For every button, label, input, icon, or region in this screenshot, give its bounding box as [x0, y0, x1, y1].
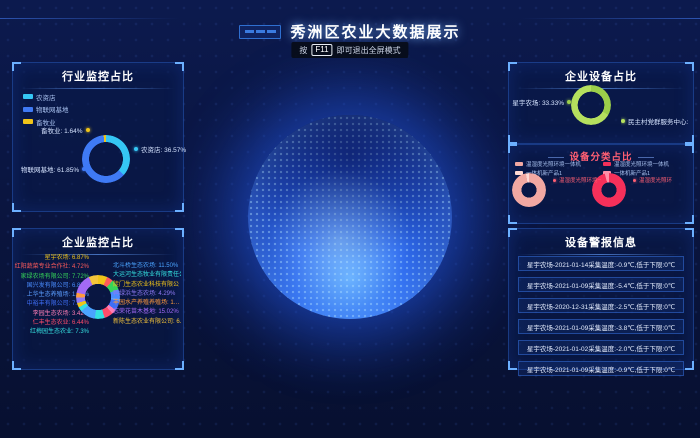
panel-enterprise-title: 企业监控占比 — [13, 229, 183, 250]
device-ratio-label-farm: 星宇农场: 33.33% — [511, 97, 571, 107]
marker-dot — [82, 167, 86, 171]
alarm-row: 星宇农场-2021-01-09采集温度:-3.8℃,低于下限:0℃ — [518, 319, 684, 334]
alarm-row: 星宇农场-2021-01-02采集温度:-2.0℃,低于下限:0℃ — [518, 340, 684, 355]
marker-dot — [86, 128, 90, 132]
legend-swatch — [23, 94, 33, 99]
enterprise-label: 北斗桥生态农场: 11.50% — [113, 262, 181, 271]
enterprise-label: 李园生态农场: 3.42% — [13, 310, 89, 319]
legend-label: 温湿度光照环境一体机 — [614, 160, 669, 168]
enterprise-label: 陡门生态农业科技有限公 — [113, 281, 181, 290]
panel-device-category: 设备分类占比 温湿度光照环境一体机一体机新产品1 温湿度光照环境一体机一体机新产… — [508, 144, 694, 224]
enterprise-label: 红梅园生态农业: 7.3% — [13, 328, 89, 337]
logo-badge — [239, 25, 281, 39]
enterprise-label: 家绿农场有限公司: 7.72% — [13, 273, 89, 282]
globe — [248, 115, 452, 319]
enterprise-labels-right: 北斗桥生态农场: 11.50%大运河生态牧业有限责任公陡门生态农业科技有限公鸭绿… — [113, 262, 181, 327]
device-ratio-label-center: 民主村党群服务中心: — [621, 116, 691, 126]
legend-label: 农资店 — [36, 92, 56, 102]
panel-industry-title: 行业监控占比 — [13, 63, 183, 84]
industry-label-store: 农资店: 36.57% — [134, 144, 186, 154]
panel-alarms: 设备警报信息 星宇农场-2021-01-14采集温度:-0.9℃,低于下限:0℃… — [508, 228, 694, 370]
enterprise-label: 志荣花苗木基地: 15.02% — [113, 308, 181, 317]
device-category-donut-left — [512, 173, 546, 207]
marker-dot — [621, 119, 625, 123]
industry-donut-chart — [82, 135, 130, 183]
header: 秀洲区农业大数据展示 — [0, 21, 700, 42]
alarm-row: 星宇农场-2021-01-09采集温度:-0.9℃,低于下限:0℃ — [518, 361, 684, 376]
dashboard-root: { "header": { "title": "秀洲区农业大数据展示", "to… — [0, 0, 700, 438]
legend-swatch — [515, 162, 523, 166]
enterprise-label: 鸭绿浜生态农场: 4.29% — [113, 290, 181, 299]
header-line-right — [520, 18, 700, 19]
legend-swatch — [603, 162, 611, 166]
industry-label-livestock: 畜牧业: 1.64% — [41, 125, 90, 135]
legend-item: 温湿度光照环境一体机 — [603, 160, 689, 168]
enterprise-label: 大运河生态牧业有限责任公 — [113, 271, 181, 280]
legend-swatch — [23, 119, 33, 124]
panel-industry: 行业监控占比 农资店物联网基地畜牧业 畜牧业: 1.64% 农资店: 36.57… — [12, 62, 184, 212]
legend-item: 物联网基地 — [23, 104, 69, 114]
enterprise-label: 仁丰生态农业: 6.44% — [13, 319, 89, 328]
alarm-row: 星宇农场-2021-01-14采集温度:-0.9℃,低于下限:0℃ — [518, 256, 684, 271]
fullscreen-toast: 按 F11 即可退出全屏模式 — [291, 42, 408, 58]
legend-swatch — [23, 107, 33, 112]
alarm-row: 星宇农场-2021-01-09采集温度:-5.4℃,低于下限:0℃ — [518, 277, 684, 292]
enterprise-label: 星宇农场: 6.87% — [13, 254, 89, 263]
alarm-list: 星宇农场-2021-01-14采集温度:-0.9℃,低于下限:0℃ 星宇农场-20… — [509, 253, 693, 382]
page-title: 秀洲区农业大数据展示 — [290, 21, 460, 42]
panel-alarms-title: 设备警报信息 — [509, 229, 693, 250]
industry-legend: 农资店物联网基地畜牧业 — [23, 89, 69, 129]
industry-label-iot: 物联网基地: 61.85% — [21, 164, 86, 174]
f11-keycap: F11 — [311, 44, 332, 56]
legend-item: 农资店 — [23, 92, 69, 102]
enterprise-label: 红阳蔬菜专业合作社: 4.72% — [13, 263, 89, 272]
device-category-callout-right: 温湿度光照环 — [633, 176, 691, 184]
toast-prefix: 按 — [299, 45, 307, 56]
device-ratio-donut-chart — [571, 85, 611, 125]
marker-dot — [553, 179, 556, 182]
device-category-callout-left: 温湿度光照环境一 — [553, 176, 601, 184]
panel-device-ratio-title: 企业设备占比 — [509, 63, 693, 84]
toast-suffix: 即可退出全屏模式 — [337, 45, 401, 56]
marker-dot — [134, 147, 138, 151]
alarm-row: 星宇农场-2020-12-31采集温度:-2.5℃,低于下限:0℃ — [518, 298, 684, 313]
legend-item: 温湿度光照环境一体机 — [515, 160, 601, 168]
header-line-left — [0, 18, 180, 19]
enterprise-label: 丰园水产养殖养殖场: 1… — [113, 299, 181, 308]
marker-dot — [633, 179, 636, 182]
enterprise-label: 新陈生态农业有限公司: 6.87% — [113, 318, 181, 327]
legend-label: 温湿度光照环境一体机 — [526, 160, 581, 168]
panel-device-ratio: 企业设备占比 星宇农场: 33.33% 民主村党群服务中心: — [508, 62, 694, 144]
panel-enterprise: 企业监控占比 星宇农场: 6.87%红阳蔬菜专业合作社: 4.72%家绿农场有限… — [12, 228, 184, 370]
legend-label: 物联网基地 — [36, 104, 69, 114]
marker-dot — [567, 100, 571, 104]
